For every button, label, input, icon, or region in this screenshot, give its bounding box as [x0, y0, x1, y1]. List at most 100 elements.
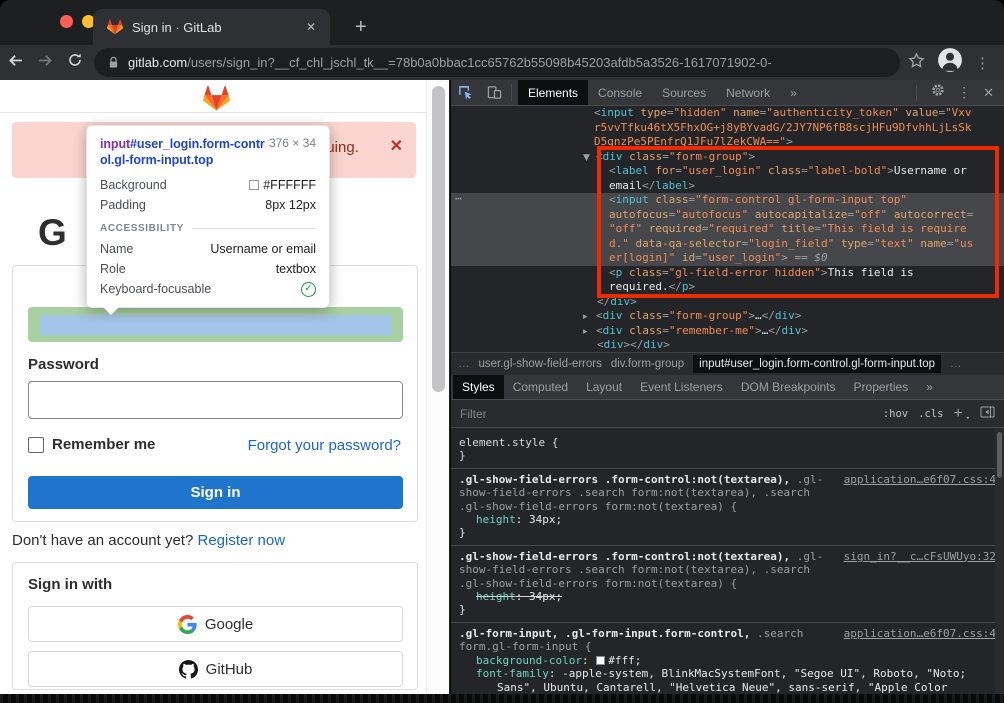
elements-tree-line[interactable]: ▸<div class="remember-me">…</div>	[451, 324, 1004, 339]
css-rule[interactable]: application…e6f07.css:4.gl-form-input, .…	[451, 622, 1004, 694]
css-property-wrap: Sans", Ubuntu, Cantarell, "Helvetica Neu…	[459, 681, 996, 694]
css-property[interactable]: height: 34px;	[459, 590, 996, 603]
register-line: Don't have an account yet? Register now	[12, 532, 285, 549]
css-source-link[interactable]: sign_in?__c…cFsUWUyo:32	[844, 550, 996, 563]
devtools-tab-elements[interactable]: Elements	[518, 80, 588, 105]
styles-tab-eventlisteners[interactable]: Event Listeners	[631, 375, 732, 399]
github-button-label: GitHub	[206, 661, 253, 678]
register-text: Don't have an account yet?	[12, 532, 193, 549]
browser-tab[interactable]: Sign in · GitLab ✕	[93, 9, 330, 45]
styles-tab-computed[interactable]: Computed	[504, 375, 577, 399]
css-property[interactable]: height: 34px;	[459, 513, 996, 526]
css-selector-line[interactable]: .gl-show-field-errors form:not(textarea)…	[459, 500, 996, 513]
register-now-link[interactable]: Register now	[198, 532, 286, 549]
devtools-close-button[interactable]: ✕	[983, 85, 994, 101]
elements-tree-line[interactable]: <div></div>	[451, 338, 1004, 352]
tab-close-button[interactable]: ✕	[302, 18, 320, 36]
devtools-settings-button[interactable]	[931, 83, 945, 102]
breadcrumb-item[interactable]: …	[458, 358, 470, 370]
styles-tab-dombreakpoints[interactable]: DOM Breakpoints	[732, 375, 845, 399]
github-signin-button[interactable]: GitHub	[28, 651, 403, 687]
back-button[interactable]	[0, 52, 30, 74]
css-rule[interactable]: application…e6f07.css:4 .gl-show-field-er…	[451, 468, 1004, 545]
element-style-rule[interactable]: element.style { }	[451, 432, 1004, 468]
tooltip-padding-row: Padding 8px 12px	[100, 195, 316, 215]
profile-avatar[interactable]	[937, 47, 963, 78]
page-header	[0, 80, 437, 113]
browser-menu-button[interactable]: ⋮	[975, 54, 990, 72]
css-selector-line[interactable]: .gl-show-field-errors form:not(textarea)…	[459, 577, 996, 590]
elements-tree-line[interactable]: <input type="hidden" name="authenticity_…	[451, 106, 1004, 121]
gitlab-logo	[203, 85, 230, 117]
devtools-tab-console[interactable]: Console	[588, 80, 652, 105]
bookmark-star-button[interactable]	[908, 52, 925, 74]
styles-tab-layout[interactable]: Layout	[577, 375, 631, 399]
annotation-red-box	[597, 146, 999, 298]
gitlab-favicon-icon	[107, 19, 123, 35]
styles-tab-properties[interactable]: Properties	[845, 375, 918, 399]
css-property[interactable]: background-color: #fff;	[459, 654, 996, 667]
password-label: Password	[28, 356, 99, 373]
new-rule-dropdown-caret[interactable]: ▾	[966, 414, 970, 422]
css-rule-close: }	[459, 603, 996, 616]
macos-close-button[interactable]	[60, 15, 73, 28]
css-selector-line[interactable]: show-field-errors .search form:not(texta…	[459, 563, 996, 576]
css-source-link[interactable]: application…e6f07.css:4	[844, 627, 996, 640]
css-rule[interactable]: sign_in?__c…cFsUWUyo:32 .gl-show-field-er…	[451, 545, 1004, 622]
styles-tab-styles[interactable]: Styles	[453, 375, 504, 399]
remember-me-checkbox[interactable]	[28, 437, 44, 453]
url-path: /users/sign_in?__cf_chl_jschl_tk__=78b0a…	[187, 55, 771, 70]
password-input[interactable]	[28, 381, 403, 419]
color-swatch	[249, 180, 259, 190]
computed-sidebar-toggle-button[interactable]	[980, 406, 995, 421]
styles-scrollbar[interactable]	[995, 428, 1004, 694]
toolbar-divider	[511, 84, 512, 101]
tooltip-selector: input#user_login.form-control.gl-form-in…	[100, 136, 269, 168]
styles-scrollbar-thumb[interactable]	[997, 432, 1002, 478]
window-bottom-strip	[0, 694, 1004, 703]
element-gutter-dots: ⋯	[455, 192, 462, 205]
new-style-rule-button[interactable]: +	[953, 405, 962, 423]
alert-close-button[interactable]: ✕	[390, 136, 403, 156]
css-property[interactable]: font-family: -apple-system, BlinkMacSyst…	[459, 667, 996, 680]
css-selector-line[interactable]: application…e6f07.css:4.gl-show-field-er…	[459, 473, 996, 486]
color-swatch[interactable]	[596, 656, 605, 665]
page-scrollbar-thumb[interactable]	[432, 86, 445, 392]
breadcrumb-item[interactable]: …	[950, 358, 962, 370]
breadcrumb-item[interactable]: input#user_login.form-control.gl-form-in…	[693, 355, 941, 373]
toggle-class-button[interactable]: .cls	[918, 408, 943, 420]
social-signin-title: Sign in with	[28, 576, 112, 593]
sign-in-button[interactable]: Sign in	[28, 476, 403, 509]
toggle-hover-state-button[interactable]: :hov	[883, 408, 908, 420]
css-selector-line[interactable]: application…e6f07.css:4.gl-form-input, .…	[459, 627, 996, 640]
gitlab-signin-page: nuing. ✕ G Password Remember me Forgot y…	[0, 80, 437, 694]
devtools-menu-button[interactable]: ⋮	[957, 84, 971, 101]
devtools-tab-[interactable]: »	[780, 80, 807, 105]
url-domain: gitlab.com	[128, 55, 187, 70]
breadcrumb-item[interactable]: user.gl-show-field-errors	[479, 358, 602, 370]
tooltip-accessibility-section: ACCESSIBILITY	[100, 223, 316, 234]
elements-tree-line[interactable]: ▸<div class="form-group">…</div>	[451, 309, 1004, 324]
elements-tree-line[interactable]: r5vvTfku46tX5FhxOG+j8yBYvadG/2JY7NP6fB8s…	[451, 121, 1004, 136]
forgot-password-link[interactable]: Forgot your password?	[248, 437, 401, 454]
username-input[interactable]	[28, 307, 403, 342]
devtools-tab-sources[interactable]: Sources	[652, 80, 716, 105]
page-scrollbar[interactable]	[426, 80, 449, 694]
css-source-link[interactable]: application…e6f07.css:4	[844, 473, 996, 486]
address-bar[interactable]: gitlab.com/users/sign_in?__cf_chl_jschl_…	[94, 48, 900, 77]
devtools-tab-network[interactable]: Network	[716, 80, 780, 105]
forward-button[interactable]	[30, 52, 60, 74]
google-signin-button[interactable]: Google	[28, 606, 403, 642]
device-toolbar-button[interactable]	[480, 80, 509, 105]
css-selector-line[interactable]: sign_in?__c…cFsUWUyo:32.gl-show-field-er…	[459, 550, 996, 563]
new-tab-button[interactable]: +	[347, 14, 375, 41]
style-filter-input[interactable]	[460, 407, 883, 421]
breadcrumb-item[interactable]: div.form-group	[611, 358, 684, 370]
inspect-element-button[interactable]	[451, 80, 480, 105]
css-selector-line[interactable]: form.gl-form-input {	[459, 640, 996, 653]
css-selector-line[interactable]: show-field-errors .search form:not(texta…	[459, 486, 996, 499]
styles-tab-[interactable]: »	[917, 375, 942, 399]
inspect-content-overlay	[40, 315, 391, 335]
google-icon	[178, 615, 197, 634]
reload-button[interactable]	[60, 52, 90, 73]
